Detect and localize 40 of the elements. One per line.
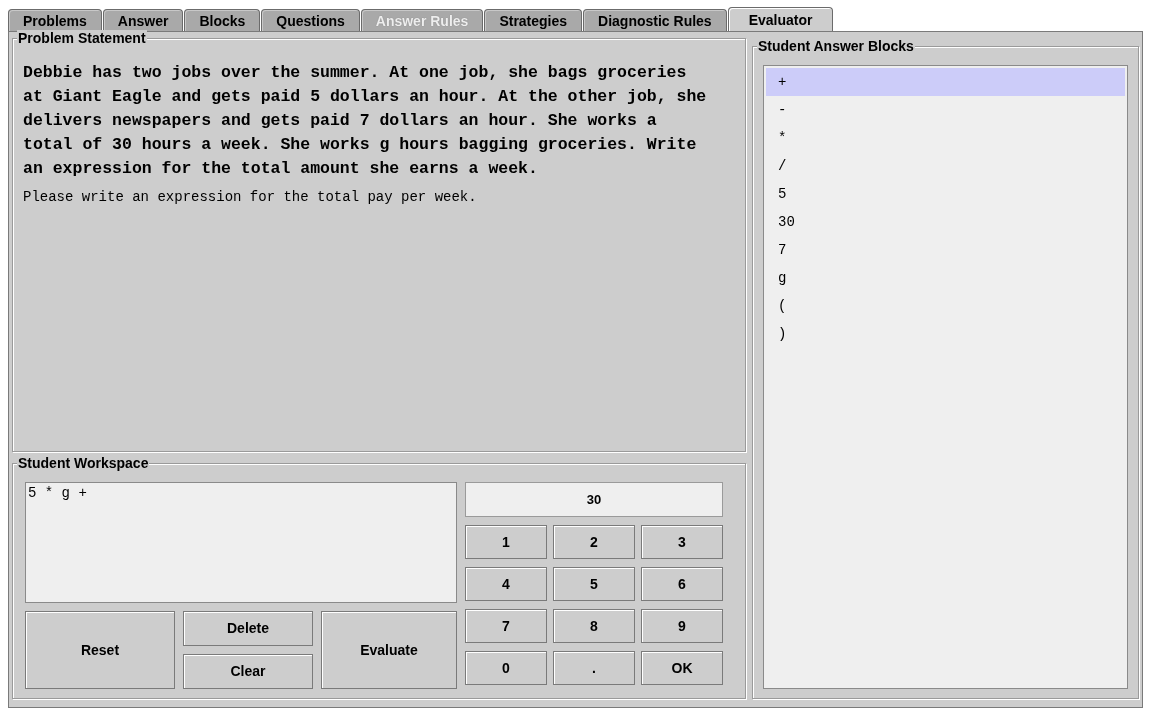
group-title: Problem Statement <box>17 30 147 46</box>
keypad-button[interactable]: 9 <box>641 608 723 643</box>
list-item[interactable]: 30 <box>766 208 1125 236</box>
result-display: 30 <box>465 481 723 517</box>
group-title: Student Answer Blocks <box>757 38 915 54</box>
keypad-button[interactable]: 7 <box>465 608 547 643</box>
list-item[interactable]: / <box>766 152 1125 180</box>
group-title: Student Workspace <box>17 454 150 471</box>
keypad-button[interactable]: 2 <box>553 524 635 559</box>
tab[interactable]: Problems <box>8 9 102 31</box>
tab[interactable]: Evaluator <box>727 7 834 31</box>
keypad-button[interactable]: 0 <box>465 650 547 685</box>
list-item[interactable]: - <box>766 96 1125 124</box>
clear-button[interactable]: Clear <box>183 653 313 689</box>
list-item[interactable]: 7 <box>766 236 1125 264</box>
keypad-button[interactable]: 8 <box>553 608 635 643</box>
tab[interactable]: Answer <box>102 9 184 31</box>
keypad-button[interactable]: 4 <box>465 566 547 601</box>
list-item[interactable]: * <box>766 124 1125 152</box>
keypad-button[interactable]: . <box>553 650 635 685</box>
keypad-button[interactable]: 1 <box>465 524 547 559</box>
tab[interactable]: Diagnostic Rules <box>583 9 727 31</box>
delete-button[interactable]: Delete <box>183 610 313 646</box>
keypad-button[interactable]: 3 <box>641 524 723 559</box>
keypad-button[interactable]: 5 <box>553 566 635 601</box>
list-item[interactable]: ) <box>766 320 1125 348</box>
evaluate-button[interactable]: Evaluate <box>321 610 457 689</box>
keypad-button[interactable]: OK <box>641 650 723 685</box>
keypad-button[interactable]: 6 <box>641 566 723 601</box>
prompt-text: Please write an expression for the total pay per week. <box>23 189 478 205</box>
expression-field[interactable]: 5 * g + <box>25 481 457 603</box>
tab[interactable]: Questions <box>261 9 360 31</box>
problem-text: Debbie has two jobs over the summer. At one job, she bags groceries at Giant Eagle and gets paid 5 dollars an hour. At the other job, she delivers newspapers and gets paid 7 dollars an hour. She works a total of 30 hours a week. She works g hours bagging groceries. Write an expression for the total amount she earns a week. <box>23 62 707 180</box>
list-item[interactable]: g <box>766 264 1125 292</box>
list-item[interactable]: + <box>766 68 1125 96</box>
tab[interactable]: Strategies <box>484 9 583 31</box>
reset-button[interactable]: Reset <box>25 610 175 689</box>
tab[interactable]: Blocks <box>184 9 261 31</box>
list-item[interactable]: 5 <box>766 180 1125 208</box>
list-item[interactable]: ( <box>766 292 1125 320</box>
